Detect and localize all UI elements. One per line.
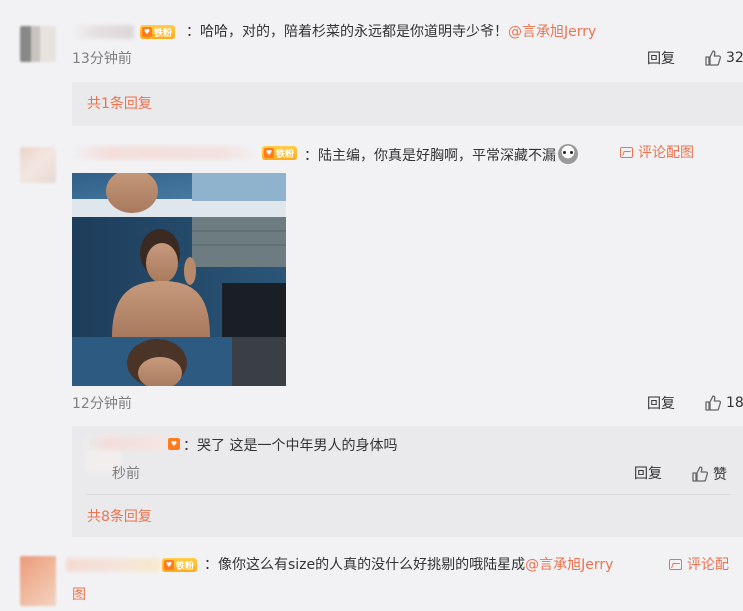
fan-level-icon: ♥ <box>142 27 152 37</box>
view-replies-link[interactable]: 共1条回复 <box>87 95 152 113</box>
like-label: 赞 <box>713 467 727 483</box>
comment-body: ：哈哈，对的，陪着杉菜的永远都是你道明寺少爷！@言承旭Jerry <box>186 23 596 41</box>
comment-body: ：像你这么有size的人真的没什么好挑剔的哦陆星成@言承旭Jerry <box>204 556 613 574</box>
divider <box>86 494 731 495</box>
image-icon <box>620 147 633 158</box>
comment-image-graphic <box>72 173 286 386</box>
reply-time: 秒前 <box>112 466 140 482</box>
comment-text: ：陆主编，你真是好胸啊，平常深藏不漏 <box>304 148 556 164</box>
comment-picture-link[interactable]: 评论配图 <box>620 144 694 162</box>
comment-image[interactable] <box>72 173 286 386</box>
comment-text: ：像你这么有size的人真的没什么好挑剔的哦陆星成 <box>204 557 526 573</box>
comment-picture-link-wrap[interactable]: 图 <box>72 586 86 604</box>
thumbs-up-icon <box>705 50 722 66</box>
thumbs-up-icon <box>692 466 709 482</box>
fan-badge: ♥ 铁粉 <box>162 558 198 572</box>
fan-badge-label: 铁粉 <box>276 149 295 160</box>
like-button[interactable]: 赞 <box>691 464 727 484</box>
fan-level-icon: ♥ <box>168 437 180 451</box>
username[interactable] <box>86 436 166 450</box>
avatar[interactable] <box>20 26 56 62</box>
mention-link[interactable]: @言承旭Jerry <box>525 557 613 573</box>
avatar[interactable] <box>20 556 56 606</box>
avatar[interactable] <box>20 147 56 183</box>
reply-button[interactable]: 回复 <box>647 395 675 413</box>
fan-badge-label: 铁粉 <box>176 561 195 572</box>
comment-text: ：哈哈，对的，陪着杉菜的永远都是你道明寺少爷！ <box>186 24 508 40</box>
fan-badge: ♥ 铁粉 <box>262 146 298 160</box>
reply-text: ：哭了 这是一个中年男人的身体吗 <box>183 438 398 454</box>
mention-link[interactable]: @言承旭Jerry <box>508 24 596 40</box>
like-button[interactable]: 32 <box>704 49 743 67</box>
replies-panel <box>72 82 743 126</box>
fan-badge: ♥ 铁粉 <box>140 25 176 39</box>
fan-badge-label: 铁粉 <box>154 28 173 39</box>
comment-picture-label: 评论配 <box>687 557 729 573</box>
fan-level-icon: ♥ <box>264 148 274 158</box>
reply-button[interactable]: 回复 <box>634 465 662 483</box>
username[interactable] <box>70 146 260 160</box>
fan-level-icon: ♥ <box>164 560 174 570</box>
reply-button[interactable]: 回复 <box>647 50 675 68</box>
username[interactable] <box>66 558 160 572</box>
like-count: 32 <box>726 50 743 66</box>
thumbs-up-icon <box>705 395 722 411</box>
comment-time: 12分钟前 <box>72 396 132 412</box>
comment-body: ：陆主编，你真是好胸啊，平常深藏不漏 <box>304 144 578 165</box>
like-button[interactable]: 18 <box>704 394 743 412</box>
comment-picture-label: 评论配图 <box>638 145 694 161</box>
view-replies-link[interactable]: 共8条回复 <box>87 508 152 526</box>
comment-time: 13分钟前 <box>72 51 132 67</box>
username[interactable] <box>70 25 134 39</box>
panda-emoji-icon <box>558 144 578 164</box>
like-count: 18 <box>726 395 743 411</box>
comment-picture-link[interactable]: 评论配 <box>669 556 729 574</box>
image-icon <box>669 559 682 570</box>
